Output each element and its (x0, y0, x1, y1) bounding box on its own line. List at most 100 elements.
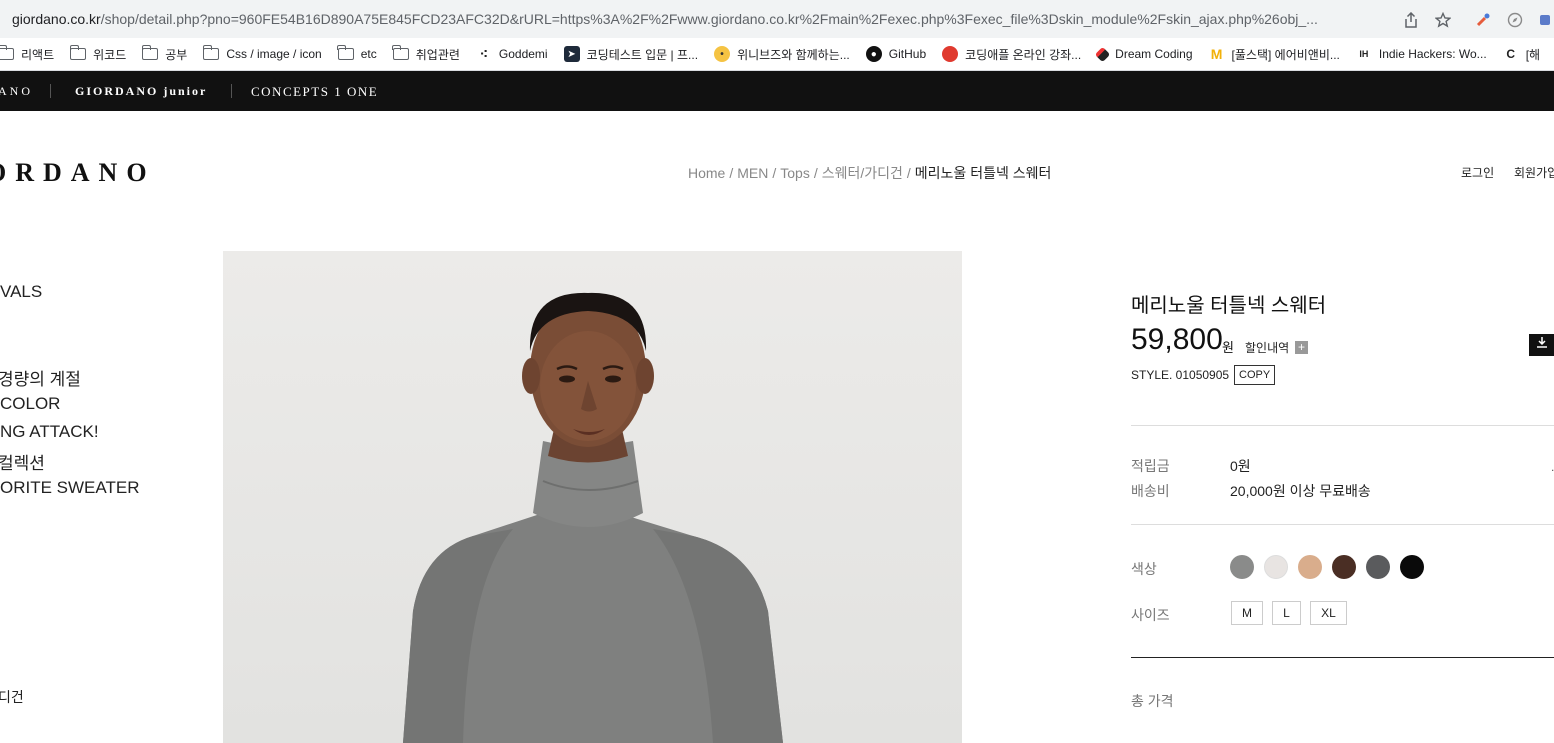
menu-item[interactable]: NG ATTACK! (0, 422, 99, 442)
bookmark-label: 코딩애플 온라인 강좌... (965, 47, 1082, 62)
color-swatch-black[interactable] (1400, 555, 1424, 579)
product-image[interactable] (223, 251, 962, 743)
bookmark-label: 코딩테스트 입문 | 프... (586, 47, 699, 62)
bookmark-link[interactable]: ● GitHub (858, 41, 934, 67)
brand-link-concepts-one[interactable]: CONCEPTS 1 ONE (251, 84, 378, 100)
menu-item[interactable]: ORITE SWEATER (0, 478, 139, 498)
shipping-value: 20,000원 이상 무료배송 (1230, 483, 1371, 499)
bookmark-label: 취업관련 (415, 47, 460, 62)
menu-item[interactable]: 컬렉션 (0, 449, 45, 474)
bookmark-link[interactable]: 코딩애플 온라인 강좌... (934, 41, 1089, 67)
divider (1131, 524, 1554, 525)
breadcrumb-men[interactable]: MEN (737, 165, 768, 181)
extension-icon[interactable] (1536, 11, 1554, 29)
discount-details-label[interactable]: 할인내역 (1245, 339, 1289, 356)
breadcrumb-separator: / (906, 165, 911, 181)
browser-toolbar: giordano.co.kr/shop/detail.php?pno=960FE… (0, 0, 1554, 38)
bookmark-folder[interactable]: 위코드 (62, 41, 134, 67)
color-swatch-charcoal[interactable] (1366, 555, 1390, 579)
folder-icon (0, 45, 14, 60)
divider (1131, 425, 1554, 426)
discount-expand-button[interactable]: + (1295, 341, 1308, 354)
shipping-label: 배송비 (1131, 483, 1170, 499)
size-option-xl[interactable]: XL (1310, 601, 1347, 625)
total-price-label: 총 가격 (1131, 693, 1174, 709)
points-value: 0원 (1230, 458, 1251, 474)
bookmark-link[interactable]: ➤ 코딩테스트 입문 | 프... (556, 41, 706, 67)
folder-icon (69, 45, 87, 60)
github-icon: ● (865, 46, 882, 62)
eyedropper-icon[interactable] (1474, 11, 1492, 29)
breadcrumb-separator: / (772, 165, 777, 181)
brand-link-giordano-junior[interactable]: GIORDANO junior (75, 84, 207, 99)
copy-style-button[interactable]: COPY (1234, 365, 1276, 385)
bookmark-folder[interactable]: 취업관련 (385, 41, 468, 67)
url-text[interactable]: giordano.co.kr/shop/detail.php?pno=960FE… (12, 11, 1390, 27)
url-path: /shop/detail.php?pno=960FE54B16D890A75E8… (100, 11, 1318, 27)
goddemi-icon: ⁖ (479, 47, 488, 61)
compass-icon[interactable] (1506, 11, 1524, 29)
breadcrumb-separator: / (729, 165, 734, 181)
bookmark-link[interactable]: ⁖ Goddemi (468, 41, 556, 67)
bookmark-label: Indie Hackers: Wo... (1378, 47, 1487, 61)
bookmark-label: 공부 (165, 47, 188, 62)
bookmark-label: etc (360, 47, 377, 61)
download-icon (1536, 337, 1547, 348)
weniv-icon: • (714, 46, 731, 62)
menu-item[interactable]: 디건 (0, 687, 24, 707)
share-icon[interactable] (1402, 11, 1420, 29)
bookmark-label: [풀스택] 에어비앤비... (1231, 47, 1340, 62)
bookmark-folder[interactable]: etc (330, 41, 385, 67)
breadcrumb-home[interactable]: Home (688, 165, 725, 181)
bookmark-link[interactable]: M [풀스택] 에어비앤비... (1201, 41, 1348, 67)
bookmark-folder[interactable]: 공부 (134, 41, 195, 67)
breadcrumb-separator: / (813, 165, 818, 181)
site-logo[interactable]: ORDANO (0, 158, 156, 188)
bookmark-link[interactable]: C [해 (1495, 41, 1548, 67)
bookmark-label: 위니브즈와 함께하는... (737, 47, 850, 62)
color-swatch-ivory[interactable] (1264, 555, 1288, 579)
bookmark-link[interactable]: • 위니브즈와 함께하는... (706, 41, 858, 67)
bookmark-label: 위코드 (93, 47, 127, 62)
url-domain: giordano.co.kr (12, 11, 101, 27)
folder-icon (337, 45, 354, 60)
bookmark-label: [해 (1525, 47, 1541, 62)
breadcrumb-current: 메리노울 터틀넥 스웨터 (914, 165, 1052, 181)
mcdonalds-icon: M (1210, 46, 1223, 62)
bookmark-label: Css / image / icon (226, 47, 322, 61)
bookmark-label: GitHub (888, 47, 927, 61)
folder-icon (392, 45, 409, 60)
color-swatch-gray[interactable] (1230, 555, 1254, 579)
breadcrumb-sweater-cardigan[interactable]: 스웨터/가디건 (822, 165, 903, 181)
points-label: 적립금 (1131, 458, 1170, 474)
brand-divider (231, 84, 232, 98)
dreamcoding-icon (1094, 46, 1111, 62)
menu-item[interactable]: COLOR (0, 394, 60, 414)
divider (1131, 657, 1554, 658)
bookmark-label: 리액트 (21, 47, 55, 62)
login-link[interactable]: 로그인 (1461, 164, 1494, 181)
bookmark-link[interactable]: IH Indie Hackers: Wo... (1348, 41, 1495, 67)
bookmark-folder[interactable]: Css / image / icon (195, 41, 329, 67)
ih-icon: IH (1359, 49, 1369, 59)
style-number: STYLE. 01050905 (1131, 368, 1230, 382)
download-coupon-button[interactable] (1529, 334, 1554, 356)
color-swatch-brown[interactable] (1332, 555, 1356, 579)
bookmarks-bar: 리액트 위코드 공부 Css / image / icon etc 취업관련 ⁖… (0, 38, 1554, 71)
bookmark-link[interactable]: Dream Coding (1089, 41, 1200, 67)
size-option-m[interactable]: M (1231, 601, 1263, 625)
apple-icon (942, 46, 959, 62)
bookmark-folder[interactable]: 리액트 (0, 41, 62, 67)
color-swatch-beige[interactable] (1298, 555, 1322, 579)
signup-link[interactable]: 회원가입 (1514, 164, 1554, 181)
price-unit: 원 (1222, 340, 1234, 355)
breadcrumb-tops[interactable]: Tops (780, 165, 810, 181)
product-price: 59,800 (1131, 323, 1223, 356)
star-icon[interactable] (1434, 11, 1452, 29)
menu-item[interactable]: VALS (0, 282, 42, 302)
bookmark-label: Dream Coding (1115, 47, 1193, 61)
brand-link-giordano[interactable]: ANO (0, 84, 33, 99)
menu-item[interactable]: 경량의 계절 (0, 365, 81, 390)
size-option-l[interactable]: L (1272, 601, 1301, 625)
c-icon: C (1506, 47, 1516, 61)
